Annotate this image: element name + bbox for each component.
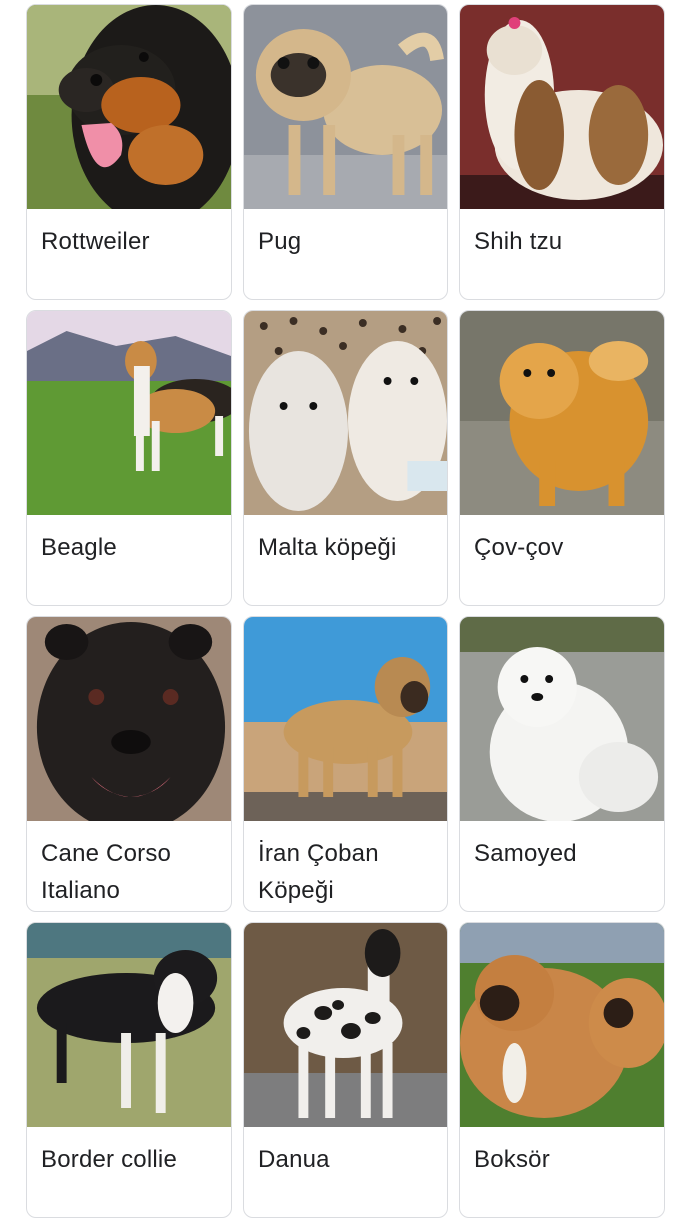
result-card-chow-chow[interactable]: Çov-çov [459,310,665,606]
result-label: Danua [258,1146,330,1173]
result-card-iran-shepherd[interactable]: İran Çoban Köpeği [243,616,448,912]
result-card-rottweiler[interactable]: Rottweiler [26,4,232,300]
result-label: İran Çoban Köpeği [258,840,379,904]
result-card-samoyed[interactable]: Samoyed [459,616,665,912]
result-card-maltese[interactable]: Malta köpeği [243,310,448,606]
result-label: Cane Corso Italiano [41,840,172,904]
result-label: Shih tzu [474,228,563,255]
result-label: Çov-çov [474,534,564,561]
iran-shepherd-photo[interactable] [244,617,447,821]
result-label: Border collie [41,1146,177,1173]
samoyed-photo[interactable] [460,617,664,821]
result-label: Malta köpeği [258,534,397,561]
result-label: Beagle [41,534,117,561]
result-card-cane-corso[interactable]: Cane Corso Italiano [26,616,232,912]
border-collie-photo[interactable] [27,923,231,1127]
beagle-photo[interactable] [27,311,231,515]
result-label: Boksör [474,1146,550,1173]
chow-chow-photo[interactable] [460,311,664,515]
pug-photo[interactable] [244,5,447,209]
result-card-great-dane[interactable]: Danua [243,922,448,1218]
boxer-photo[interactable] [460,923,664,1127]
result-card-shih-tzu[interactable]: Shih tzu [459,4,665,300]
result-label: Rottweiler [41,228,150,255]
shih-tzu-photo[interactable] [460,5,664,209]
result-label: Samoyed [474,840,577,867]
dog-breed-results-grid: Rottweiler Pug Shih tzu Beagle Malta köp… [26,4,666,1218]
rottweiler-photo[interactable] [27,5,231,209]
result-card-beagle[interactable]: Beagle [26,310,232,606]
result-card-pug[interactable]: Pug [243,4,448,300]
great-dane-photo[interactable] [244,923,447,1127]
result-label: Pug [258,228,302,255]
result-card-boxer[interactable]: Boksör [459,922,665,1218]
maltese-photo[interactable] [244,311,447,515]
cane-corso-photo[interactable] [27,617,231,821]
result-card-border-collie[interactable]: Border collie [26,922,232,1218]
